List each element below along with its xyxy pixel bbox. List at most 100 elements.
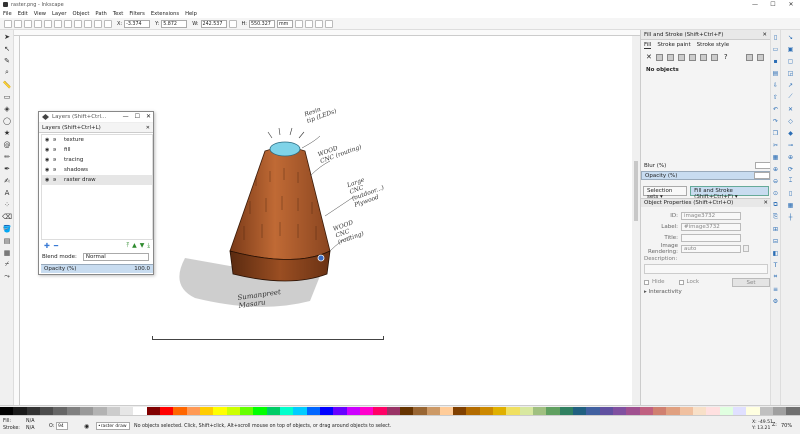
palette-swatch[interactable] xyxy=(533,407,547,415)
description-field[interactable] xyxy=(644,264,768,274)
flip-v-button[interactable] xyxy=(64,19,72,28)
layer-row-raster-draw[interactable]: ◉ ə raster draw xyxy=(42,175,152,185)
snap-grid-icon[interactable]: ▦ xyxy=(787,201,795,209)
swatch-icon[interactable] xyxy=(710,53,718,61)
palette-swatch[interactable] xyxy=(359,407,374,415)
snap-bbox-corner-icon[interactable]: ◲ xyxy=(787,69,795,77)
rectangle-icon[interactable]: ▭ xyxy=(2,92,12,101)
layer-row-fill[interactable]: ◉ ə fill xyxy=(42,145,152,155)
palette-swatch[interactable] xyxy=(439,407,454,415)
tweak-icon[interactable]: ✎ xyxy=(2,56,12,65)
rotate-ccw-button[interactable] xyxy=(34,19,42,28)
palette-swatch[interactable] xyxy=(0,407,14,415)
undo-icon[interactable]: ↶ xyxy=(772,105,780,113)
clone-icon[interactable]: ⎘ xyxy=(772,213,780,221)
tab-stroke-paint[interactable]: Stroke paint xyxy=(657,42,690,48)
pattern-icon[interactable] xyxy=(699,53,707,61)
palette-swatch[interactable] xyxy=(679,407,694,415)
snap-guide-icon[interactable]: ┼ xyxy=(787,213,795,221)
layer-row-tracing[interactable]: ◉ ə tracing xyxy=(42,155,152,165)
unlock-icon[interactable]: ə xyxy=(53,167,58,173)
palette-swatch[interactable] xyxy=(746,407,760,415)
snap-midpoint-icon[interactable]: ⊸ xyxy=(787,141,795,149)
move-gradients-button[interactable] xyxy=(315,19,323,28)
h-input[interactable]: 550.327 xyxy=(249,19,275,28)
fill-value[interactable]: N/A xyxy=(26,419,35,424)
palette-swatch[interactable] xyxy=(93,407,107,415)
snap-cusp-icon[interactable]: ◇ xyxy=(787,117,795,125)
palette-swatch[interactable] xyxy=(119,407,134,415)
no-paint-icon[interactable]: ✕ xyxy=(646,53,652,61)
palette-swatch[interactable] xyxy=(413,407,427,415)
node-icon[interactable]: ↖ xyxy=(2,44,12,53)
palette-swatch[interactable] xyxy=(506,407,520,415)
y-input[interactable]: 5.872 xyxy=(161,19,188,28)
open-icon[interactable]: ▭ xyxy=(772,45,780,53)
palette-swatch[interactable] xyxy=(279,407,294,415)
zoom-selection-icon[interactable]: ⊕ xyxy=(772,165,780,173)
snap-center-icon[interactable]: ⊕ xyxy=(787,153,795,161)
menu-help[interactable]: Help xyxy=(185,11,197,17)
palette-swatch[interactable] xyxy=(733,407,747,415)
unlock-icon[interactable]: ə xyxy=(53,137,58,143)
palette-swatch[interactable] xyxy=(373,407,387,415)
palette-swatch[interactable] xyxy=(239,407,254,415)
image-rendering-select[interactable]: auto xyxy=(681,244,741,253)
unlock-icon[interactable]: ə xyxy=(53,177,58,183)
text-font-icon[interactable]: T xyxy=(772,261,780,269)
close-icon[interactable]: ✕ xyxy=(762,32,767,38)
calligraphy-icon[interactable]: ✍ xyxy=(2,176,12,185)
palette-swatch[interactable] xyxy=(453,407,467,415)
radial-gradient-icon[interactable] xyxy=(677,53,685,61)
unlock-icon[interactable]: ə xyxy=(53,147,58,153)
layer-row-texture[interactable]: ◉ ə texture xyxy=(42,135,152,145)
remove-layer-icon[interactable]: ━ xyxy=(54,242,58,250)
connector-icon[interactable]: ⤳ xyxy=(2,272,12,281)
unset-paint-icon[interactable]: ? xyxy=(724,53,728,61)
palette-swatch[interactable] xyxy=(26,407,40,415)
layer-opacity-value[interactable]: 100.0 xyxy=(134,266,150,272)
interactivity-expander[interactable]: ▸ Interactivity xyxy=(644,289,682,295)
spray-icon[interactable]: ⁘ xyxy=(2,200,12,209)
snap-bbox-edge-icon[interactable]: ▢ xyxy=(787,57,795,65)
lock-ratio-button[interactable] xyxy=(228,19,237,28)
palette-swatch[interactable] xyxy=(493,407,507,415)
star-icon[interactable]: ★ xyxy=(2,128,12,137)
box3d-icon[interactable]: ◈ xyxy=(2,104,12,113)
palette-swatch[interactable] xyxy=(319,407,334,415)
palette-swatch[interactable] xyxy=(466,407,480,415)
maximize-button[interactable]: ☐ xyxy=(764,0,782,9)
set-button[interactable]: Set xyxy=(732,277,770,287)
cut-icon[interactable]: ✂ xyxy=(772,141,780,149)
color-palette[interactable] xyxy=(0,405,800,415)
unit-select[interactable]: mm xyxy=(277,19,293,28)
palette-swatch[interactable] xyxy=(39,407,54,415)
palette-swatch[interactable] xyxy=(426,407,440,415)
palette-swatch[interactable] xyxy=(586,407,600,415)
snap-bbox-icon[interactable]: ▣ xyxy=(787,45,795,53)
select-all-layers-button[interactable] xyxy=(14,19,22,28)
tab-stroke-style[interactable]: Stroke style xyxy=(697,42,729,48)
deselect-button[interactable] xyxy=(24,19,32,28)
flip-h-button[interactable] xyxy=(54,19,62,28)
top-button[interactable] xyxy=(94,19,102,28)
palette-swatch[interactable] xyxy=(773,407,787,415)
select-all-button[interactable] xyxy=(4,19,12,28)
menu-layer[interactable]: Layer xyxy=(52,11,66,17)
palette-swatch[interactable] xyxy=(266,407,280,415)
layer-visibility-icon[interactable]: ◉ xyxy=(84,423,89,430)
opacity-row[interactable]: Opacity (%) xyxy=(641,171,771,180)
xml-editor-icon[interactable]: ⌗ xyxy=(772,273,780,281)
palette-swatch[interactable] xyxy=(333,407,347,415)
label-field[interactable]: #image3732 xyxy=(681,222,741,231)
palette-swatch[interactable] xyxy=(199,407,214,415)
snap-nodes-icon[interactable]: ↗ xyxy=(787,81,795,89)
current-layer-select[interactable]: •raster draw xyxy=(96,422,130,430)
palette-swatch[interactable] xyxy=(213,407,227,415)
close-button[interactable]: ✕ xyxy=(782,0,800,9)
blur-row[interactable]: Blur (%) xyxy=(641,161,771,170)
opacity-input[interactable] xyxy=(754,172,770,179)
palette-swatch[interactable] xyxy=(479,407,494,415)
raise-button[interactable] xyxy=(74,19,82,28)
menu-object[interactable]: Object xyxy=(73,11,90,17)
